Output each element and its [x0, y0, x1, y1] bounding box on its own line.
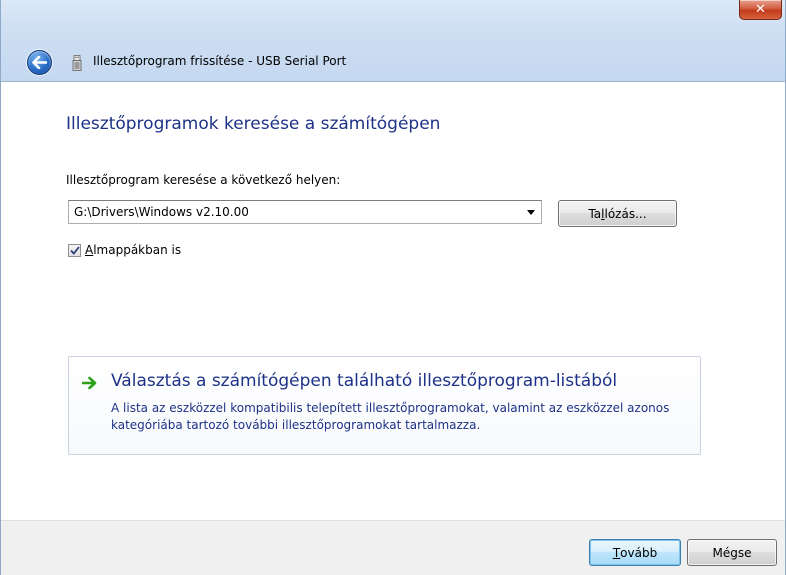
back-button[interactable] [27, 50, 52, 75]
search-path-value[interactable]: G:\Drivers\Windows v2.10.00 [74, 205, 249, 219]
next-button[interactable]: Tovább [589, 539, 681, 566]
title-bar: ✕ Illesztőprogram frissítése - USB Seria… [1, 0, 785, 82]
content-area: Illesztőprogramok keresése a számítógépe… [1, 83, 785, 520]
pick-from-list-description: A lista az eszközzel kompatibilis telepí… [111, 401, 670, 432]
checkmark-icon [69, 245, 80, 255]
back-arrow-icon [32, 56, 47, 69]
close-button[interactable]: ✕ [739, 0, 782, 20]
pick-from-list-command-link[interactable]: Választás a számítógépen található illes… [68, 356, 701, 455]
pick-from-list-title[interactable]: Választás a számítógépen található illes… [111, 371, 617, 391]
green-arrow-icon [82, 376, 97, 390]
include-subfolders-checkbox[interactable] [68, 243, 81, 257]
page-title: Illesztőprogramok keresése a számítógépe… [66, 114, 441, 134]
include-subfolders-option[interactable]: Almappákban is [68, 243, 181, 257]
dialog-window: ✕ Illesztőprogram frissítése - USB Seria… [0, 0, 786, 575]
combo-dropdown-button[interactable] [525, 205, 537, 219]
browse-label-pre: Ta [588, 206, 602, 221]
include-subfolders-label: Almappákban is [85, 243, 182, 257]
browse-button[interactable]: Ta l lózás... [558, 200, 677, 227]
browse-label-post: lózás... [604, 206, 647, 221]
search-path-label: Illesztőprogram keresése a következő hel… [66, 173, 341, 187]
usb-device-icon [72, 55, 82, 71]
button-bar: Tovább Mégse [1, 520, 785, 575]
window-title: Illesztőprogram frissítése - USB Serial … [93, 54, 347, 68]
cancel-button[interactable]: Mégse [687, 539, 777, 566]
close-icon: ✕ [755, 2, 766, 17]
chevron-down-icon [527, 209, 535, 215]
search-path-combobox[interactable]: G:\Drivers\Windows v2.10.00 [68, 200, 542, 224]
